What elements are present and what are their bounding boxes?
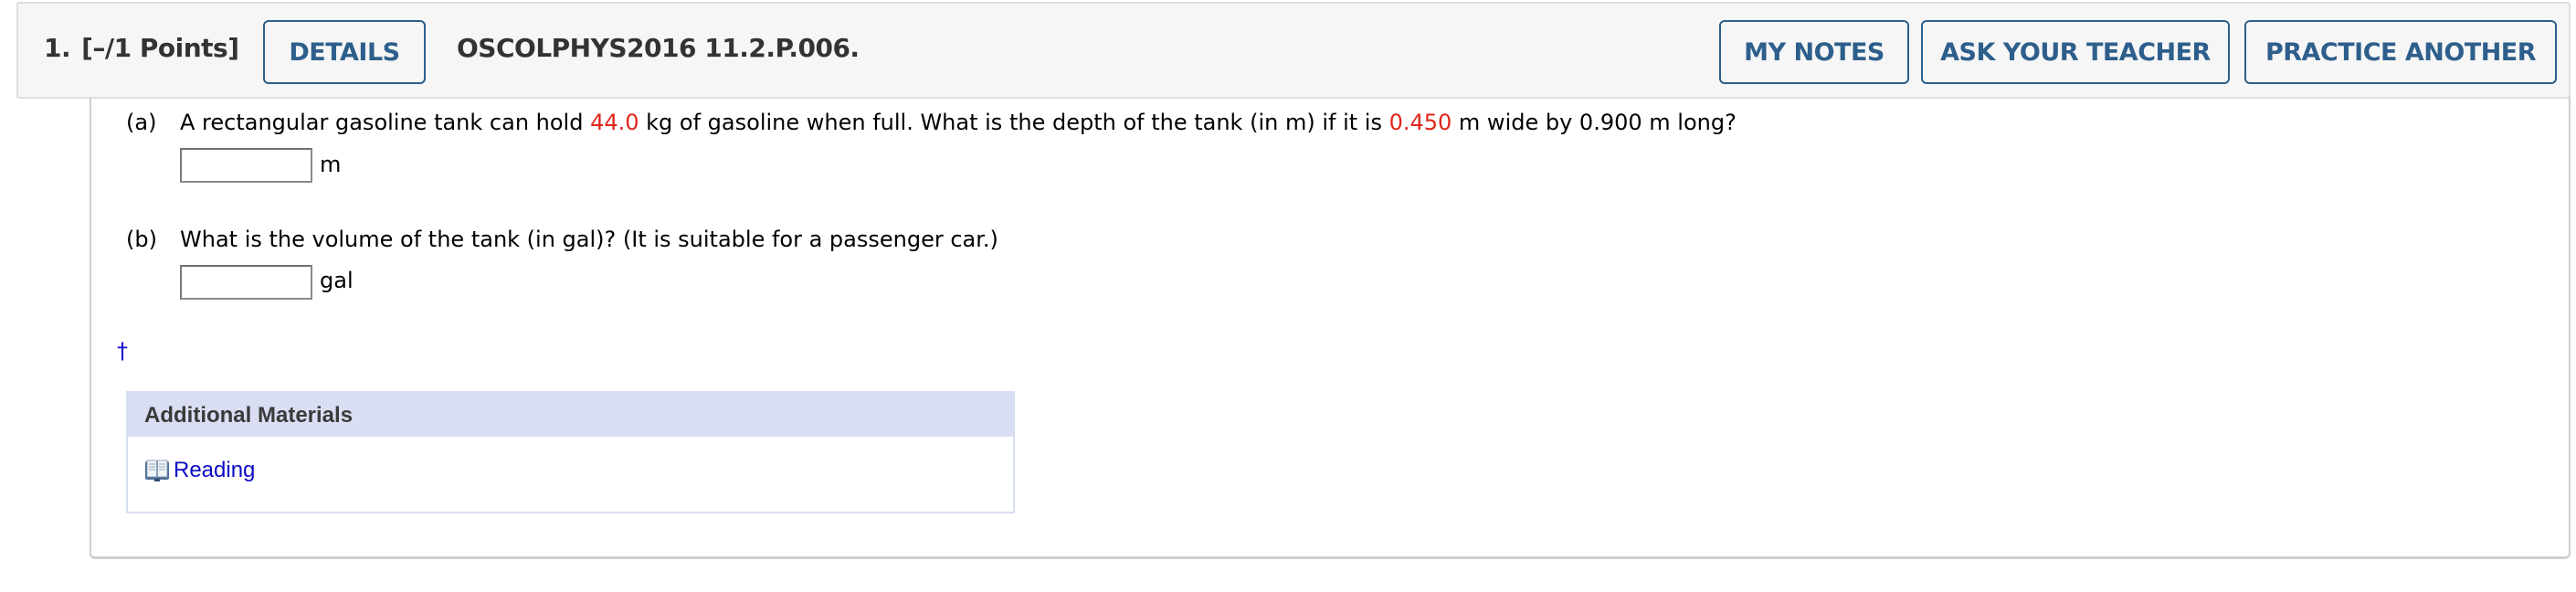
part-a-unit: m <box>320 152 342 177</box>
part-b-label: (b) <box>126 227 157 252</box>
part-b-answer-input[interactable] <box>180 265 312 300</box>
question-number-points: 1. [–/1 Points] <box>44 33 239 63</box>
question-header: 1. [–/1 Points] DETAILS OSCOLPHYS2016 11.… <box>16 2 2571 99</box>
book-icon <box>144 459 170 482</box>
part-a-text: A rectangular gasoline tank can hold <box>180 110 591 135</box>
reading-item[interactable]: Reading <box>144 458 255 483</box>
part-a-label: (a) <box>126 110 157 135</box>
additional-materials-title: Additional Materials <box>144 403 354 428</box>
details-button[interactable]: DETAILS <box>263 20 426 84</box>
additional-materials-header: Additional Materials <box>128 393 1013 437</box>
part-a-answer-input[interactable] <box>180 148 312 183</box>
my-notes-button[interactable]: MY NOTES <box>1719 20 1909 84</box>
ask-your-teacher-button[interactable]: ASK YOUR TEACHER <box>1921 20 2230 84</box>
part-b-text: What is the volume of the tank (in gal)?… <box>180 227 998 252</box>
practice-another-button[interactable]: PRACTICE ANOTHER <box>2244 20 2557 84</box>
part-a-text: kg of gasoline when full. What is the de… <box>639 110 1389 135</box>
part-b-question: (b) What is the volume of the tank (in ga… <box>126 227 998 252</box>
reading-link[interactable]: Reading <box>174 458 255 483</box>
question-number: 1. <box>44 33 71 63</box>
given-width-value: 0.450 <box>1388 110 1452 135</box>
problem-id: OSCOLPHYS2016 11.2.P.006. <box>457 33 860 63</box>
part-a-question: (a) A rectangular gasoline tank can hold … <box>126 110 1737 135</box>
part-a-text: m wide by 0.900 m long? <box>1452 110 1737 135</box>
part-b-unit: gal <box>320 268 354 293</box>
footnote-dagger[interactable]: † <box>117 338 128 364</box>
given-mass-value: 44.0 <box>590 110 639 135</box>
additional-materials-panel: Additional Materials Reading <box>126 391 1015 513</box>
points-label: [–/1 Points] <box>81 33 239 63</box>
